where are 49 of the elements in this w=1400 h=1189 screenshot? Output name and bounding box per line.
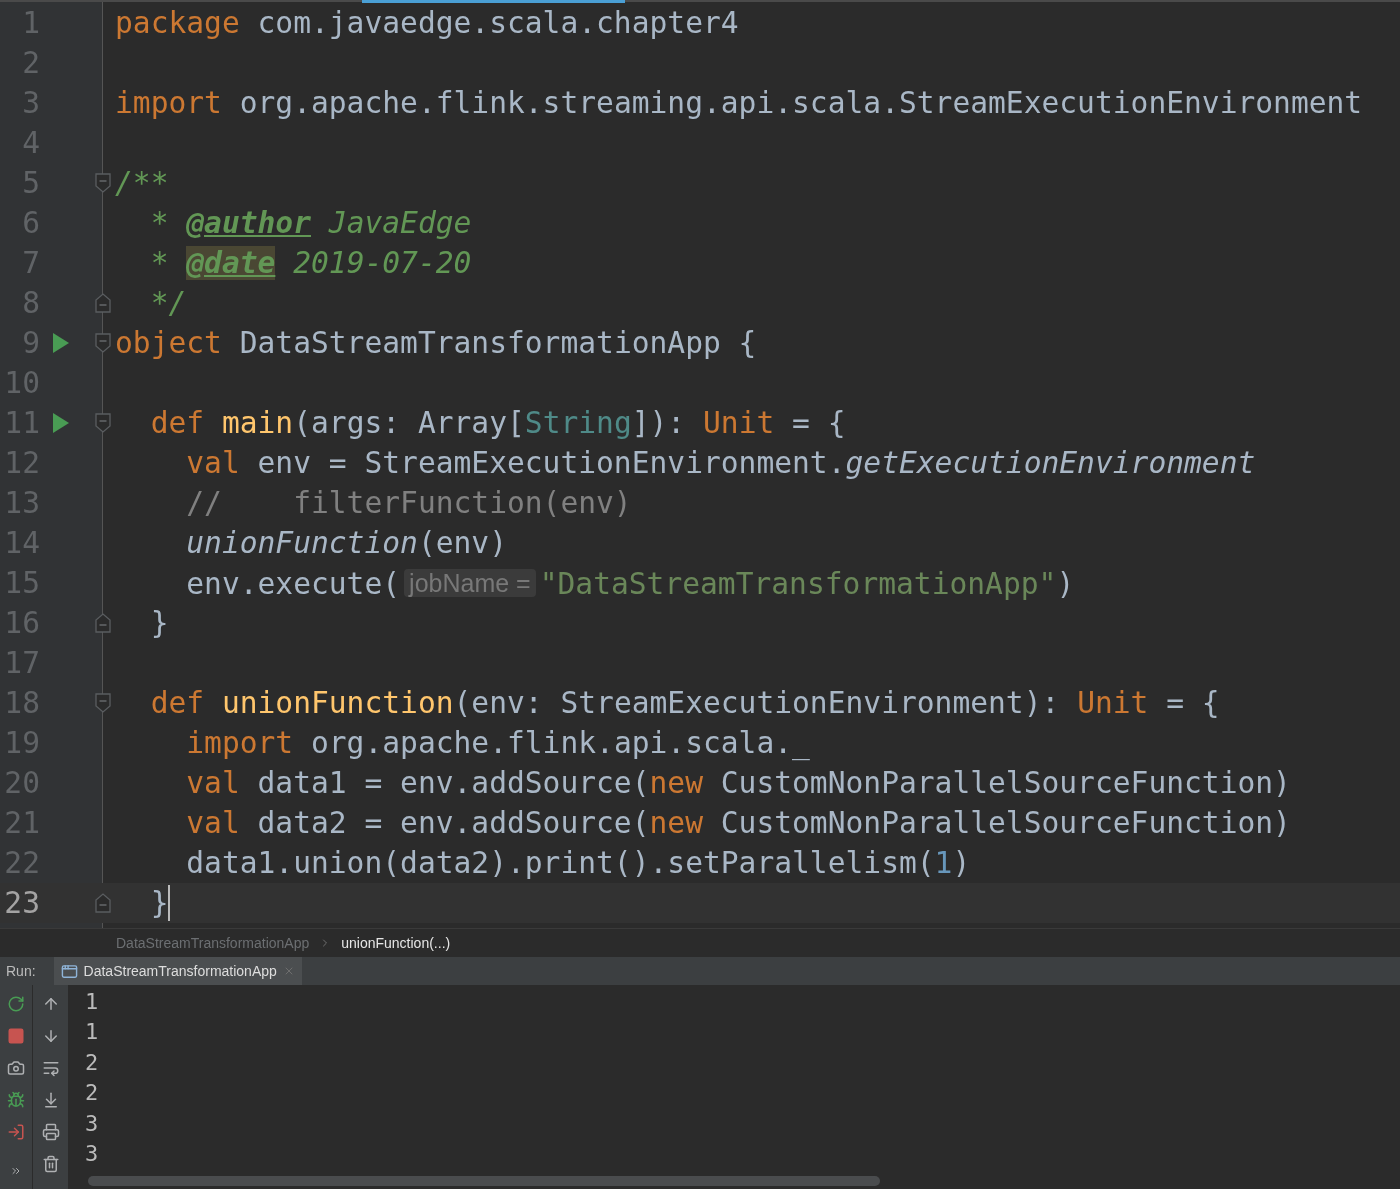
camera-icon[interactable] [7, 1059, 25, 1077]
run-icon[interactable] [52, 332, 70, 354]
code-line: val data2 = env.addSource(new CustomNonParallelSourceFunction) [185, 805, 1291, 842]
fold-icon[interactable] [95, 333, 111, 353]
fold-icon[interactable] [95, 293, 111, 313]
fold-icon[interactable] [95, 893, 111, 913]
trash-icon[interactable] [41, 1155, 60, 1173]
app-window-icon [60, 962, 78, 980]
output-line: 3 [85, 1140, 99, 1169]
fold-icon[interactable] [95, 613, 111, 633]
stop-icon[interactable] [7, 1027, 25, 1045]
output-line: 2 [85, 1079, 99, 1108]
horizontal-scrollbar[interactable] [88, 1176, 880, 1186]
code-line: */ [149, 285, 187, 322]
print-icon[interactable] [41, 1123, 60, 1141]
fold-icon[interactable] [95, 693, 111, 713]
code-line: } [149, 605, 169, 642]
code-line: unionFunction(env) [185, 525, 507, 562]
code-line: } [149, 885, 169, 922]
breadcrumb[interactable]: unionFunction(...) [341, 932, 451, 954]
output-line: 2 [85, 1048, 99, 1077]
bug-icon[interactable] [7, 1091, 25, 1109]
output-line: 3 [85, 1109, 99, 1138]
soft-wrap-icon[interactable] [41, 1059, 60, 1077]
exit-icon[interactable] [7, 1123, 25, 1141]
fold-icon[interactable] [95, 413, 111, 433]
run-tab[interactable]: DataStreamTransformationApp [53, 957, 302, 985]
text-cursor [168, 885, 171, 921]
code-line: // filterFunction(env) [185, 485, 632, 522]
code-line: val env = StreamExecutionEnvironment.getExecutionEnvironment [185, 445, 1256, 482]
run-label: Run: [5, 961, 37, 981]
output-line: 1 [85, 1018, 99, 1047]
code-line: import org.apache.flink.streaming.api.scala.StreamExecutionEnvironment [115, 85, 1363, 122]
more-icon[interactable] [10, 1165, 22, 1177]
code-line: import org.apache.flink.api.scala._ [185, 725, 810, 763]
code-line: * @date 2019-07-20 [149, 245, 472, 282]
code-line: package com.javaedge.scala.chapter4 [115, 5, 739, 42]
code-line: val data1 = env.addSource(new CustomNonParallelSourceFunction) [185, 765, 1291, 802]
code-line: data1.union(data2).print().setParallelism(1) [185, 845, 971, 882]
rerun-icon[interactable] [7, 995, 25, 1013]
code-line: * @author JavaEdge [149, 205, 472, 242]
code-line: def main(args: Array[String]): Unit = { [149, 405, 846, 442]
code-line: /** [115, 165, 169, 202]
output-line: 1 [85, 988, 99, 1016]
fold-icon[interactable] [95, 173, 111, 193]
code-line: def unionFunction(env: StreamExecutionEnvironment): Unit = { [149, 685, 1220, 722]
run-icon[interactable] [52, 412, 70, 434]
line-number: 23 [3, 885, 40, 922]
code-line: object DataStreamTransformationApp { [115, 325, 757, 362]
